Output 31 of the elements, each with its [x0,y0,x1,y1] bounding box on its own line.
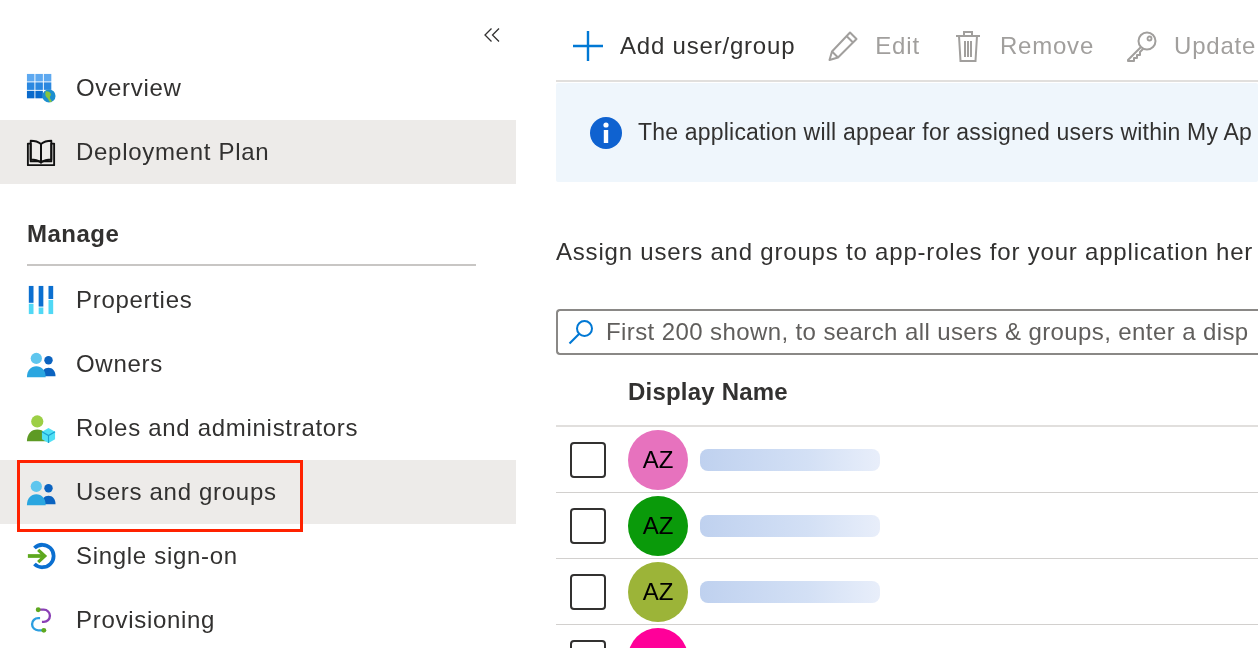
column-header: Display Name [628,378,788,406]
sidebar-item[interactable]: Properties [0,268,516,332]
avatar: AZ [628,429,688,490]
open-book-icon [26,137,56,167]
info-icon [590,116,622,149]
checkbox[interactable] [570,573,606,610]
section-heading: Manage [27,219,121,249]
avatar: AZ [628,561,688,622]
person-cube-icon [26,413,56,443]
checkbox[interactable] [570,441,606,478]
checkbox[interactable] [570,507,606,544]
toolbar-button[interactable]: Add user/group [556,18,812,74]
arrow-circle-icon [26,541,56,571]
sidebar-item[interactable]: Single sign-on [0,524,516,588]
sidebar-item[interactable]: Roles and administrators [0,396,516,460]
sidebar-item[interactable]: Overview [0,56,516,120]
sidebar-item[interactable]: Deployment Plan [0,120,516,184]
plus-icon [572,30,604,62]
bars-icon [26,285,56,315]
search-field[interactable]: First 200 shown, to search all users & groups, enter a disp [556,309,1258,355]
sidebar-item[interactable]: Users and groups [0,460,516,524]
collapse-icon[interactable] [484,27,500,43]
key-icon [1126,30,1159,62]
sidebar-item[interactable]: Provisioning [0,588,516,648]
avatar: AZ [628,495,688,556]
pencil-icon [827,30,860,62]
grid-globe-icon [26,73,56,103]
description-text: Assign users and groups to app-roles for your application her [556,237,1255,267]
sidebar-item[interactable]: Owners [0,332,516,396]
info-message: The application will appear for assigned users within My Ap [638,119,1252,146]
search-icon [568,319,594,345]
